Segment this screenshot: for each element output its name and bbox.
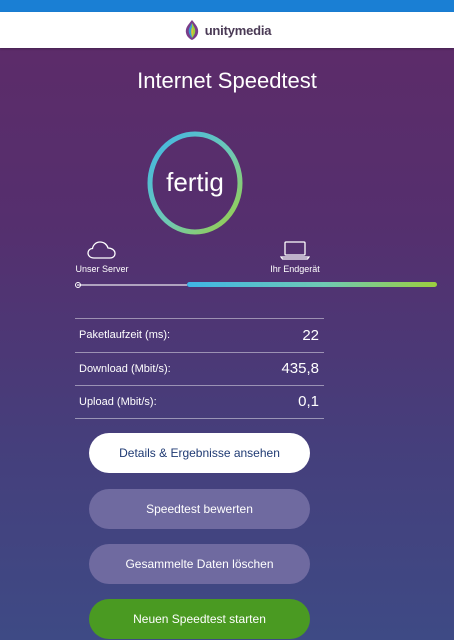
speed-gauge: fertig	[147, 131, 243, 235]
details-button[interactable]: Details & Ergebnisse ansehen	[89, 433, 310, 473]
results-table: Paketlaufzeit (ms): 22 Download (Mbit/s)…	[75, 318, 324, 419]
server-label: Unser Server	[75, 264, 129, 274]
gauge-status-text: fertig	[166, 167, 224, 197]
latency-value: 22	[302, 326, 319, 344]
result-row-upload: Upload (Mbit/s): 0,1	[75, 385, 324, 419]
result-row-latency: Paketlaufzeit (ms): 22	[75, 318, 324, 352]
cloud-icon	[87, 241, 116, 259]
page-title: Internet Speedtest	[137, 68, 317, 93]
device-endpoint: Ihr Endgerät	[263, 240, 327, 274]
clear-data-button[interactable]: Gesammelte Daten löschen	[89, 544, 310, 584]
logo-wordmark: unitymedia	[204, 22, 272, 38]
progress-track-line	[77, 284, 187, 286]
device-label: Ihr Endgerät	[270, 264, 320, 274]
upload-value: 0,1	[298, 393, 319, 411]
download-label: Download (Mbit/s):	[79, 362, 171, 375]
download-value: 435,8	[281, 360, 319, 378]
brand-logo: unitymedia	[183, 19, 272, 41]
unitymedia-logo-icon	[185, 20, 198, 40]
progress-fill	[187, 282, 437, 287]
new-speedtest-button[interactable]: Neuen Speedtest starten	[89, 599, 310, 639]
server-endpoint: Unser Server	[72, 240, 132, 274]
result-row-download: Download (Mbit/s): 435,8	[75, 351, 324, 386]
laptop-icon	[280, 241, 310, 260]
app-header: unitymedia	[0, 12, 454, 48]
rate-speedtest-button[interactable]: Speedtest bewerten	[89, 489, 310, 529]
upload-label: Upload (Mbit/s):	[79, 395, 157, 408]
latency-label: Paketlaufzeit (ms):	[79, 329, 171, 342]
progress-start-dot	[75, 282, 81, 288]
top-status-strip	[0, 0, 454, 12]
progress-track	[75, 282, 437, 288]
